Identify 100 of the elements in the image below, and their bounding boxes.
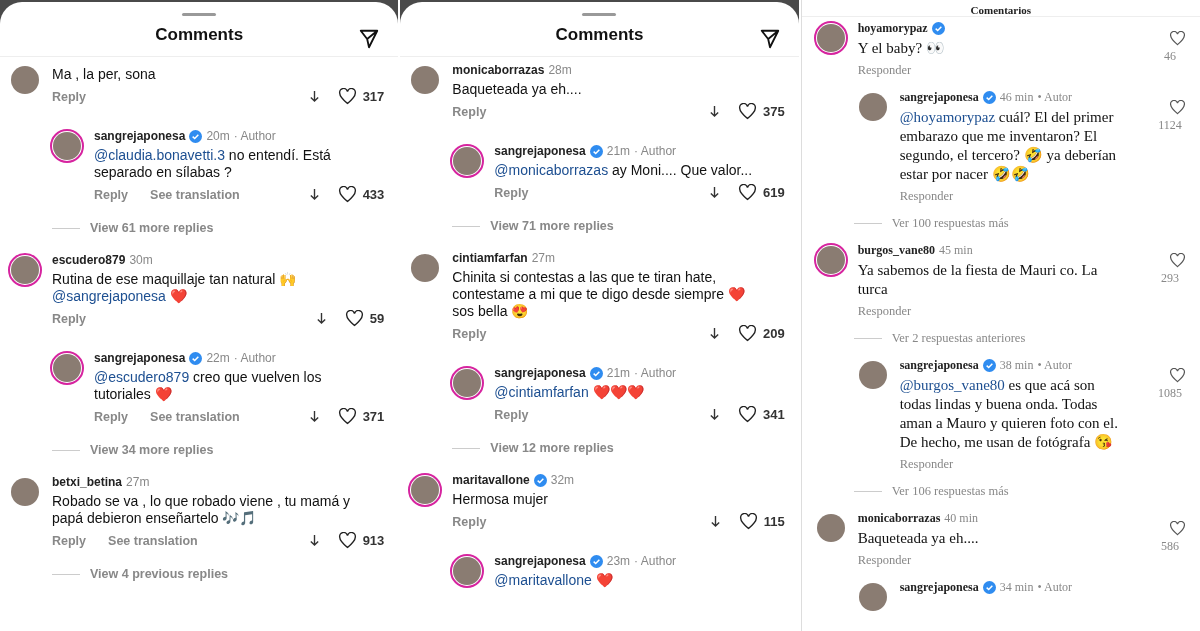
down-arrow-icon[interactable] — [709, 515, 721, 528]
down-arrow-icon[interactable] — [308, 410, 320, 423]
mention-link[interactable]: @claudia.bonavetti.3 — [94, 147, 225, 163]
mention-link[interactable]: @monicaborrazas — [494, 162, 609, 178]
view-replies-link[interactable]: View 61 more replies — [90, 221, 214, 235]
heart-icon[interactable] — [737, 325, 757, 342]
down-arrow-icon[interactable] — [708, 105, 720, 118]
view-replies-link[interactable]: Ver 106 respuestas más — [891, 484, 1009, 499]
username[interactable]: cintiamfarfan — [452, 251, 528, 266]
heart-icon[interactable] — [337, 408, 357, 425]
comment-time: 27m — [126, 475, 150, 490]
reply-link[interactable]: Reply — [52, 89, 87, 104]
avatar[interactable] — [450, 144, 485, 178]
reply-link[interactable]: Responder — [857, 553, 912, 568]
heart-icon[interactable] — [344, 310, 364, 327]
reply-link[interactable]: Reply — [452, 514, 487, 529]
username[interactable]: sangrejaponesa — [94, 351, 186, 366]
heart-icon[interactable] — [737, 184, 757, 201]
reply-link[interactable]: Responder — [857, 63, 912, 78]
send-icon[interactable] — [758, 28, 781, 50]
reply-link[interactable]: Reply — [452, 104, 487, 119]
drag-handle[interactable] — [582, 13, 617, 16]
down-arrow-icon[interactable] — [708, 327, 720, 340]
comment-text: Hermosa mujer — [452, 491, 550, 508]
reply-link[interactable]: Reply — [94, 409, 129, 424]
heart-icon[interactable] — [737, 103, 757, 120]
down-arrow-icon[interactable] — [708, 186, 720, 199]
avatar[interactable] — [8, 253, 42, 287]
like-count: 375 — [762, 104, 785, 119]
mention-link[interactable]: @maritavallone — [494, 572, 592, 588]
username[interactable]: monicaborrazas — [452, 63, 545, 78]
username[interactable]: maritavallone — [452, 473, 530, 488]
view-replies-link[interactable]: View 12 more replies — [490, 441, 614, 455]
down-arrow-icon[interactable] — [308, 534, 320, 547]
see-translation-link[interactable]: See translation — [108, 533, 198, 548]
see-translation-link[interactable]: See translation — [150, 409, 240, 424]
reply-link[interactable]: Reply — [52, 311, 87, 326]
comment-text: Ma , la per, sona — [52, 66, 157, 83]
reply-link[interactable]: Reply — [494, 185, 529, 200]
avatar[interactable] — [50, 351, 84, 385]
view-replies-link[interactable]: View 34 more replies — [90, 443, 214, 457]
heart-icon[interactable] — [1169, 100, 1187, 115]
reply-link[interactable]: Reply — [52, 533, 87, 548]
heart-icon[interactable] — [737, 406, 757, 423]
reply-link[interactable]: Reply — [494, 407, 529, 422]
see-translation-link[interactable]: See translation — [150, 187, 240, 202]
down-arrow-icon[interactable] — [708, 408, 720, 421]
mention-link[interactable]: @cintiamfarfan — [494, 384, 589, 400]
heart-icon[interactable] — [738, 513, 758, 530]
like-count: 46 — [1164, 49, 1176, 64]
mention-link[interactable]: @burgos_vane80 — [899, 377, 1005, 393]
username[interactable]: sangrejaponesa — [899, 90, 979, 105]
heart-icon[interactable] — [1169, 253, 1187, 268]
username[interactable]: hoyamorypaz — [857, 21, 928, 36]
author-label: · Author — [634, 366, 677, 381]
heart-icon[interactable] — [337, 88, 357, 105]
username[interactable]: sangrejaponesa — [494, 366, 586, 381]
username[interactable]: sangrejaponesa — [899, 580, 979, 595]
username[interactable]: sangrejaponesa — [899, 358, 979, 373]
drag-handle[interactable] — [182, 13, 217, 16]
reply-link[interactable]: Responder — [899, 457, 954, 472]
view-replies-link[interactable]: View 71 more replies — [490, 219, 614, 233]
username[interactable]: sangrejaponesa — [94, 129, 186, 144]
heart-icon[interactable] — [337, 532, 357, 549]
heart-icon[interactable] — [1169, 368, 1187, 383]
avatar[interactable] — [450, 554, 485, 588]
reply-link[interactable]: Responder — [857, 304, 912, 319]
username[interactable]: betxi_betina — [52, 475, 123, 490]
heart-icon[interactable] — [1169, 521, 1187, 536]
avatar[interactable] — [450, 366, 485, 400]
down-arrow-icon[interactable] — [308, 188, 320, 201]
username[interactable]: sangrejaponesa — [494, 144, 586, 159]
comment-text: Robado se va , lo que robado viene , tu mamá y papá debieron enseñartelo 🎶🎵 — [52, 493, 352, 527]
down-arrow-icon[interactable] — [308, 90, 320, 103]
username[interactable]: escudero879 — [52, 253, 126, 268]
heart-icon[interactable] — [337, 186, 357, 203]
mention-link[interactable]: @sangrejaponesa — [52, 288, 166, 304]
view-replies-link[interactable]: View 4 previous replies — [90, 567, 229, 581]
send-icon[interactable] — [358, 28, 381, 50]
mention-link[interactable]: @escudero879 — [94, 369, 190, 385]
avatar[interactable] — [813, 243, 848, 277]
avatar[interactable] — [813, 21, 848, 55]
comment-text: Baqueteada ya eh.... — [857, 529, 980, 548]
heart-icon[interactable] — [1169, 31, 1187, 46]
mention-link[interactable]: @hoyamorypaz — [899, 109, 996, 125]
view-replies-link[interactable]: Ver 100 respuestas más — [891, 216, 1009, 231]
comment-text: @cintiamfarfan ❤❤❤ — [494, 384, 645, 401]
comment-time: 27m — [531, 251, 556, 266]
reply-link[interactable]: Reply — [94, 187, 129, 202]
reply-link[interactable]: Responder — [899, 189, 954, 204]
username[interactable]: burgos_vane80 — [857, 243, 935, 258]
avatar[interactable] — [50, 129, 84, 163]
down-arrow-icon[interactable] — [315, 312, 327, 325]
username[interactable]: monicaborrazas — [857, 511, 941, 526]
view-replies-link[interactable]: Ver 2 respuestas anteriores — [891, 331, 1026, 346]
avatar[interactable] — [408, 473, 443, 507]
username[interactable]: sangrejaponesa — [494, 554, 586, 569]
like-count: 293 — [1161, 271, 1179, 286]
comment-time: 28m — [548, 63, 572, 78]
reply-link[interactable]: Reply — [452, 326, 487, 341]
